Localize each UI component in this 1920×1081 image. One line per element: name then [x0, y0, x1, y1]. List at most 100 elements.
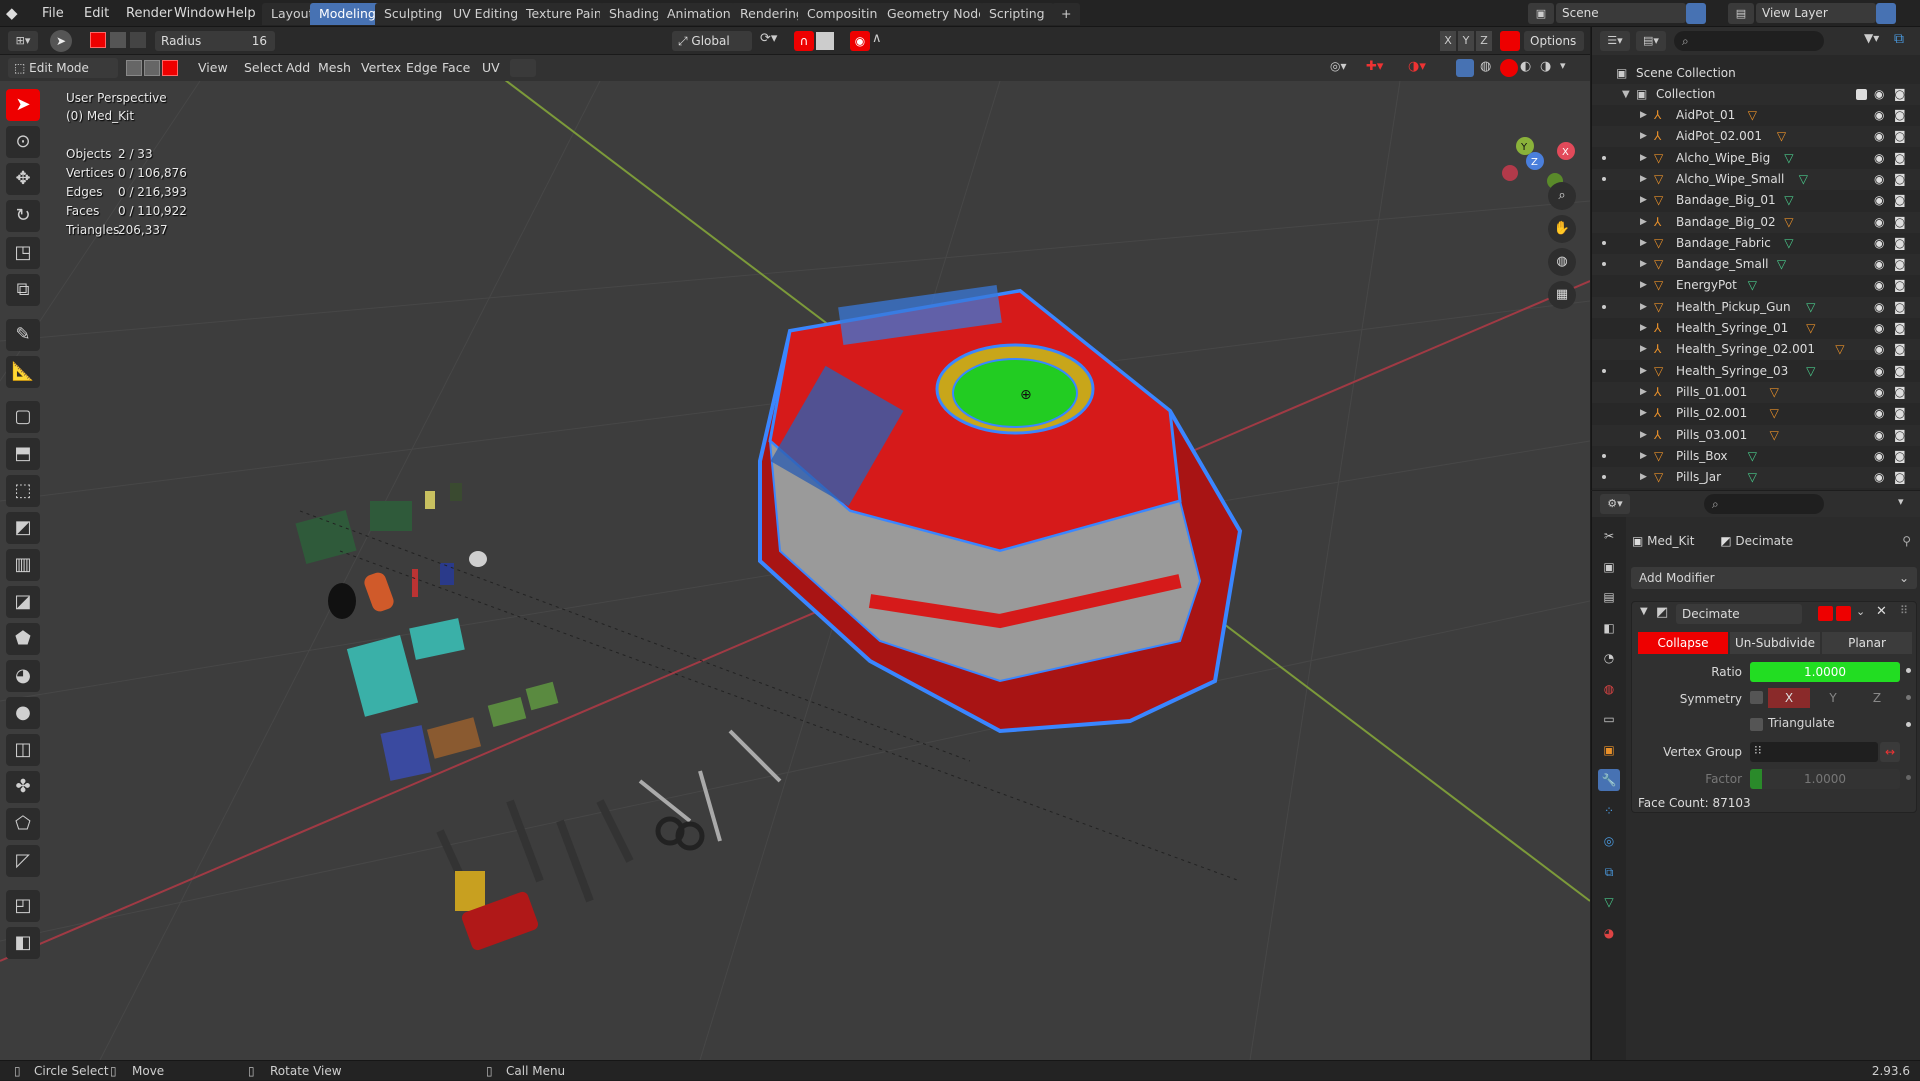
new-collection-icon[interactable]: ⧉	[1894, 31, 1914, 51]
ratio-slider[interactable]: 1.0000	[1750, 662, 1900, 682]
cursor-tool-icon[interactable]: ⊙	[6, 126, 40, 158]
render-visibility-icon[interactable]: ◙	[1894, 446, 1906, 467]
symmetry-axis-x[interactable]: X	[1768, 688, 1810, 708]
triangulate-keyframe-dot[interactable]	[1906, 722, 1911, 727]
factor-keyframe-dot[interactable]	[1906, 775, 1911, 780]
symmetry-axis-z[interactable]: Z	[1856, 688, 1898, 708]
outliner-item[interactable]: ▶ ⅄ Pills_01.001 ▽ ◉ ◙	[1592, 381, 1920, 403]
expand-chevron-icon[interactable]: ▶	[1640, 425, 1647, 446]
ratio-keyframe-dot[interactable]	[1906, 668, 1911, 673]
triangulate-checkbox[interactable]	[1750, 718, 1763, 731]
properties-search-field[interactable]: ⌕	[1704, 494, 1824, 514]
properties-options-icon[interactable]: ▾	[1898, 495, 1914, 513]
render-toggle-icon[interactable]	[1836, 606, 1851, 621]
view-layer-field[interactable]: View Layer	[1756, 3, 1876, 23]
pan-hand-icon[interactable]: ✋	[1548, 215, 1576, 243]
smooth-tool-icon[interactable]: ●	[6, 697, 40, 729]
workspace-tab-modeling[interactable]: Modeling	[310, 3, 385, 25]
face-select-icon[interactable]	[162, 60, 178, 76]
symmetry-checkbox[interactable]	[1750, 691, 1763, 704]
viewport-menu-view[interactable]: View	[192, 58, 234, 78]
collection-row[interactable]: ▼ ▣ Collection ◉ ◙	[1592, 84, 1920, 105]
outliner-item[interactable]: ▶ ⅄ AidPot_01 ▽ ◉ ◙	[1592, 105, 1920, 126]
mirror-y-button[interactable]: Y	[1458, 31, 1474, 51]
render-visibility-icon[interactable]: ◙	[1894, 126, 1906, 147]
visibility-icon[interactable]: ◉	[1874, 148, 1884, 169]
render-visibility-icon[interactable]: ◙	[1894, 382, 1906, 403]
outliner-item[interactable]: ▶ ⅄ AidPot_02.001 ▽ ◉ ◙	[1592, 126, 1920, 148]
snap-target-icon[interactable]	[816, 32, 834, 50]
expand-chevron-icon[interactable]: ▶	[1640, 382, 1647, 403]
collection-render-icon[interactable]: ◙	[1894, 84, 1906, 105]
blender-logo-icon[interactable]: ◆	[6, 4, 26, 24]
3d-viewport[interactable]: ⊞▾ ➤ Radius 16 ⤢ Global ⟳▾ ∩ ◉ ∧ X Y Z O…	[0, 27, 1590, 1060]
render-visibility-icon[interactable]: ◙	[1894, 233, 1906, 254]
transform-orientation-dropdown[interactable]: ⤢ Global	[672, 31, 752, 51]
render-visibility-icon[interactable]: ◙	[1894, 148, 1906, 169]
expand-chevron-icon[interactable]: ▶	[1640, 233, 1647, 254]
mode-dropdown[interactable]: ⬚ Edit Mode	[8, 58, 118, 78]
rendered-shading-icon[interactable]: ◑	[1540, 59, 1558, 77]
mirror-x-button[interactable]: X	[1440, 31, 1456, 51]
visibility-icon[interactable]: ◉	[1874, 275, 1884, 296]
radius-field[interactable]: Radius 16	[155, 31, 275, 51]
outliner-item[interactable]: ▶ ▽ Pills_Jar ▽ ◉ ◙	[1592, 467, 1920, 489]
decimate-mode-collapse[interactable]: Collapse	[1638, 632, 1728, 654]
menu-edit[interactable]: Edit	[76, 3, 117, 24]
visibility-icon[interactable]: ◉	[1874, 318, 1884, 339]
view-layer-tab-icon[interactable]: ◧	[1598, 617, 1620, 639]
ortho-grid-icon[interactable]: ▦	[1548, 281, 1576, 309]
modifier-name-field[interactable]: Decimate	[1676, 604, 1802, 624]
collapse-chevron-icon[interactable]: ▼	[1622, 84, 1630, 105]
outliner-item[interactable]: ▶ ⅄ Bandage_Big_02 ▽ ◉ ◙	[1592, 211, 1920, 233]
poly-build-tool-icon[interactable]: ⬟	[6, 623, 40, 655]
menu-help[interactable]: Help	[218, 3, 264, 24]
workspace-tab-uv-editing[interactable]: UV Editing	[444, 3, 528, 25]
vertex-group-field[interactable]: ⁝⁝	[1750, 742, 1878, 762]
expand-chevron-icon[interactable]: ▶	[1640, 275, 1647, 296]
options-dropdown[interactable]: Options	[1524, 31, 1584, 51]
gizmo-toggle-icon[interactable]: ✚▾	[1366, 59, 1396, 77]
viewport-menu-face[interactable]: Face	[436, 58, 476, 78]
rotate-tool-icon[interactable]: ↻	[6, 200, 40, 232]
scene-tab-icon[interactable]: ◔	[1598, 647, 1620, 669]
snap-icon[interactable]: ∩	[794, 31, 814, 51]
visibility-icon[interactable]: ◉	[1874, 212, 1884, 233]
shear-tool-icon[interactable]: ⬠	[6, 808, 40, 840]
render-visibility-icon[interactable]: ◙	[1894, 425, 1906, 446]
outliner-item[interactable]: ▶ ⅄ Pills_03.001 ▽ ◉ ◙	[1592, 424, 1920, 446]
particles-tab-icon[interactable]: ⁘	[1598, 800, 1620, 822]
shrink-fatten-tool-icon[interactable]: ✤	[6, 771, 40, 803]
expand-chevron-icon[interactable]: ▶	[1640, 446, 1647, 467]
outliner-item[interactable]: ▶ ▽ Health_Pickup_Gun ▽ ◉ ◙	[1592, 296, 1920, 318]
remove-modifier-icon[interactable]: ✕	[1876, 604, 1887, 619]
outliner-editor-icon[interactable]: ☰▾	[1600, 31, 1630, 51]
factor-slider[interactable]: 1.0000	[1750, 769, 1900, 789]
expand-chevron-icon[interactable]: ▶	[1640, 467, 1647, 488]
move-tool-icon[interactable]: ✥	[6, 163, 40, 195]
outliner-item[interactable]: ▶ ⅄ Pills_02.001 ▽ ◉ ◙	[1592, 403, 1920, 424]
edge-slide-tool-icon[interactable]: ◫	[6, 734, 40, 766]
visibility-icon[interactable]: ◉	[1874, 425, 1884, 446]
shading-options-icon[interactable]: ▾	[1560, 59, 1578, 77]
scale-tool-icon[interactable]: ◳	[6, 237, 40, 269]
modifier-menu-icon[interactable]: ⌄	[1856, 605, 1865, 618]
outliner-item[interactable]: ▶ ▽ Pills_Box ▽ ◉ ◙	[1592, 446, 1920, 467]
visibility-icon[interactable]: ◉	[1874, 297, 1884, 318]
collection-tab-icon[interactable]: ▭	[1598, 708, 1620, 730]
select-mode-new-icon[interactable]	[90, 32, 106, 48]
collection-visibility-icon[interactable]: ◉	[1874, 84, 1884, 105]
outliner-item[interactable]: ▶ ⅄ Health_Syringe_01 ▽ ◉ ◙	[1592, 318, 1920, 339]
select-box-tool-icon[interactable]: ➤	[6, 89, 40, 121]
expand-chevron-icon[interactable]: ▶	[1640, 254, 1647, 275]
visibility-icon[interactable]: ◉	[1874, 339, 1884, 360]
outliner-item[interactable]: ▶ ▽ Alcho_Wipe_Big ▽ ◉ ◙	[1592, 148, 1920, 169]
mirror-z-button[interactable]: Z	[1476, 31, 1492, 51]
render-visibility-icon[interactable]: ◙	[1894, 297, 1906, 318]
loop-cut-tool-icon[interactable]: ▥	[6, 549, 40, 581]
expand-chevron-icon[interactable]: ▶	[1640, 297, 1647, 318]
outliner-item[interactable]: ▶ ▽ EnergyPot ▽ ◉ ◙	[1592, 275, 1920, 296]
select-mode-extend-icon[interactable]	[110, 32, 126, 48]
outliner-item[interactable]: ▶ ▽ Bandage_Big_01 ▽ ◉ ◙	[1592, 190, 1920, 211]
render-visibility-icon[interactable]: ◙	[1894, 339, 1906, 360]
